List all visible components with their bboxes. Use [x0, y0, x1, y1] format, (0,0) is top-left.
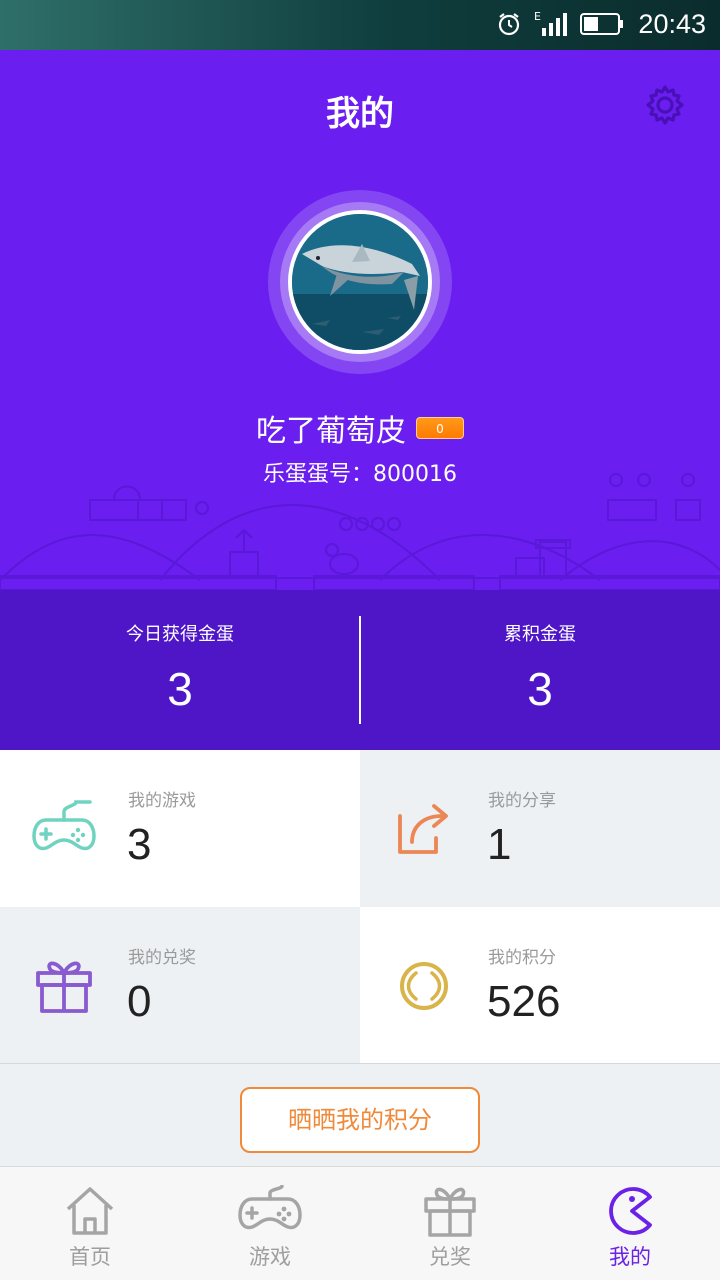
- status-icons: E: [496, 10, 624, 38]
- share-points-button[interactable]: 晒晒我的积分: [240, 1087, 480, 1153]
- my-redeem-label: 我的兑奖: [128, 948, 196, 968]
- coin-icon: [400, 962, 448, 1010]
- signal-icon: E: [534, 10, 567, 36]
- pacman-icon: [609, 1187, 652, 1235]
- clock: 20:43: [638, 9, 706, 39]
- my-games-value: 3: [127, 820, 152, 869]
- battery-icon: [580, 13, 623, 35]
- my-games-label: 我的游戏: [128, 791, 196, 811]
- today-eggs-value: 3: [167, 663, 193, 715]
- nav-redeem[interactable]: 兑奖: [360, 1167, 540, 1280]
- user-name-row: 吃了葡萄皮 0: [0, 406, 720, 450]
- my-shares-value: 1: [487, 820, 512, 869]
- total-eggs: 累积金蛋 3: [360, 590, 720, 750]
- total-eggs-label: 累积金蛋: [504, 624, 576, 645]
- pixel-scenery-decoration: [0, 473, 720, 590]
- my-redeem-value: 0: [127, 977, 152, 1026]
- nav-games-label: 游戏: [249, 1245, 291, 1269]
- gamepad-icon: [32, 800, 96, 851]
- nav-redeem-label: 兑奖: [429, 1245, 471, 1269]
- username: 吃了葡萄皮: [256, 414, 406, 449]
- shark-image: [292, 214, 428, 350]
- gift-icon: [424, 1187, 476, 1237]
- network-type: E: [534, 10, 541, 23]
- nav-home[interactable]: 首页: [0, 1167, 180, 1280]
- avatar[interactable]: [288, 210, 432, 354]
- page-title: 我的: [326, 94, 394, 134]
- nav-home-label: 首页: [69, 1245, 111, 1269]
- alarm-icon: [498, 13, 520, 36]
- my-games-tile[interactable]: 我的游戏 3: [0, 750, 360, 907]
- golden-egg-stats: 今日获得金蛋 3 累积金蛋 3: [0, 590, 720, 750]
- my-shares-tile[interactable]: 我的分享 1: [360, 750, 720, 907]
- my-points-label: 我的积分: [488, 948, 556, 968]
- home-icon: [66, 1187, 114, 1235]
- total-eggs-value: 3: [527, 663, 553, 715]
- grid-divider: [0, 1063, 720, 1064]
- gamepad-icon: [238, 1185, 302, 1230]
- today-eggs: 今日获得金蛋 3: [0, 590, 360, 750]
- share-icon: [398, 804, 448, 854]
- my-shares-label: 我的分享: [488, 791, 556, 811]
- today-eggs-label: 今日获得金蛋: [126, 624, 234, 645]
- gear-icon[interactable]: [644, 84, 686, 126]
- nav-mine-label: 我的: [609, 1245, 651, 1269]
- my-stats-grid: 我的游戏 3 我的分享 1 我的兑奖 0 我的积分 526: [0, 750, 720, 1064]
- my-points-tile[interactable]: 我的积分 526: [360, 907, 720, 1064]
- nav-mine[interactable]: 我的: [540, 1167, 720, 1280]
- gift-icon: [36, 961, 92, 1013]
- my-points-value: 526: [487, 977, 561, 1026]
- profile-header: 我的 吃了葡萄皮 0 乐蛋蛋号：800016: [0, 50, 720, 590]
- nav-games[interactable]: 游戏: [180, 1167, 360, 1280]
- my-redeem-tile[interactable]: 我的兑奖 0: [0, 907, 360, 1064]
- status-bar: E 20:43: [0, 0, 720, 50]
- bottom-nav: 首页 游戏 兑奖 我的: [0, 1166, 720, 1280]
- level-badge: 0: [416, 417, 464, 439]
